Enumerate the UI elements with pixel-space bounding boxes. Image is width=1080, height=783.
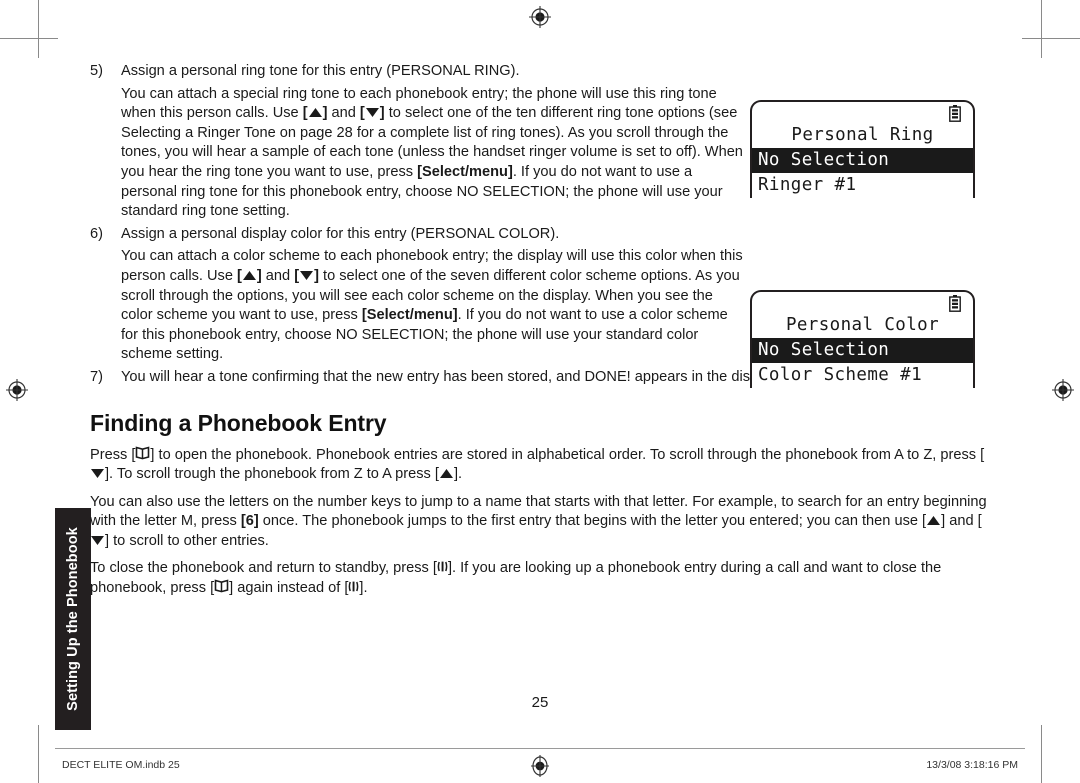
finding-paragraph-1: Press [ ] to open the phonebook. Phoneboo… — [90, 445, 990, 485]
finding-p1-part-a: Press [ — [90, 446, 136, 463]
lcd-status-bar — [752, 102, 973, 123]
lcd-selected-line[interactable]: No Selection — [752, 338, 973, 363]
step-6-heading: 6) Assign a personal display color for th… — [90, 225, 746, 245]
lcd-next-option-line[interactable]: Color Scheme #1 — [752, 363, 973, 388]
registration-target-bottom — [529, 755, 551, 777]
end-call-key-icon — [348, 579, 359, 599]
step-6-body: You can attach a color scheme to each ph… — [90, 247, 746, 365]
footer-filename: DECT ELITE OM.indb 25 — [62, 759, 180, 771]
battery-icon — [949, 105, 961, 126]
lcd-selected-line[interactable]: No Selection — [752, 148, 973, 173]
finding-p2-part-b: once. The phonebook jumps to the first e… — [258, 513, 927, 530]
step-7-heading-text: You will hear a tone confirming that the… — [121, 368, 780, 385]
step-6-body-part-2: and — [261, 267, 295, 284]
finding-p2-part-d: ] to scroll to other entries. — [105, 532, 269, 549]
end-call-key-icon — [437, 559, 448, 579]
step-5-heading: 5) Assign a personal ring tone for this e… — [90, 62, 746, 82]
phonebook-book-icon — [214, 579, 229, 599]
select-menu-key-label: [Select/menu] — [417, 163, 513, 180]
lcd-status-bar — [752, 292, 973, 313]
down-arrow-key-icon — [90, 532, 105, 552]
lcd-screen-personal-ring: Personal Ring No Selection Ringer #1 — [750, 100, 975, 198]
finding-paragraph-2: You can also use the letters on the numb… — [90, 493, 990, 552]
finding-p1-part-b: ] to open the phonebook. Phonebook entri… — [150, 446, 985, 463]
finding-p1-part-d: ]. — [453, 466, 463, 483]
select-menu-key-label: [Select/menu] — [361, 307, 458, 324]
finding-paragraph-3: To close the phonebook and return to sta… — [90, 559, 990, 598]
down-arrow-key-icon — [90, 465, 105, 485]
step-5-number: 5) — [90, 63, 103, 79]
page-content: 5) Assign a personal ring tone for this e… — [0, 0, 1080, 783]
battery-icon — [949, 295, 961, 316]
phonebook-book-icon — [135, 445, 150, 466]
finding-p2-part-c: ] and [ — [941, 513, 982, 530]
up-arrow-key-icon: [] — [302, 105, 328, 122]
up-arrow-key-icon — [439, 465, 454, 485]
step-6-number: 6) — [90, 225, 103, 242]
step-6-heading-text: Assign a personal display color for this… — [121, 225, 560, 242]
up-arrow-key-icon — [926, 512, 941, 532]
footer-timestamp: 13/3/08 3:18:16 PM — [926, 759, 1018, 771]
finding-p1-part-c: ]. To scroll trough the phonebook from Z… — [105, 466, 439, 483]
step-7-number: 7) — [90, 368, 103, 385]
number-key-6-label: [6] — [240, 513, 259, 530]
finding-p3-part-c: ] again instead of [ — [229, 580, 349, 597]
down-arrow-key-icon: [] — [359, 105, 385, 122]
down-arrow-key-icon: [] — [294, 267, 319, 284]
lcd-title-line: Personal Ring — [791, 125, 934, 145]
step-5-heading-text: Assign a personal ring tone for this ent… — [121, 63, 520, 79]
lcd-title-line: Personal Color — [785, 315, 940, 335]
step-5-body: You can attach a special ring tone to ea… — [90, 85, 746, 222]
finding-p3-part-a: To close the phonebook and return to sta… — [90, 560, 437, 577]
step-5-body-part-2: and — [327, 105, 360, 122]
up-arrow-key-icon: [] — [237, 267, 262, 284]
page-title: Finding a Phonebook Entry — [90, 409, 387, 436]
lcd-screen-personal-color: Personal Color No Selection Color Scheme… — [750, 290, 975, 388]
lcd-next-option-line[interactable]: Ringer #1 — [752, 173, 973, 198]
page-number: 25 — [531, 694, 549, 711]
footer-divider — [55, 748, 1025, 749]
finding-p3-part-d: ]. — [359, 580, 368, 597]
